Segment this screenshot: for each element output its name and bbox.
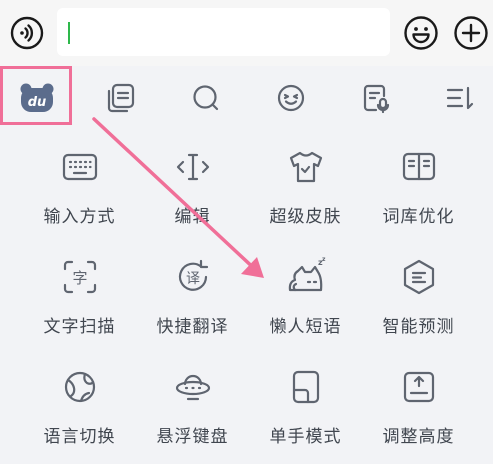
smart-predict-icon [403,259,434,295]
grid-item-label: 悬浮键盘 [156,427,229,447]
emoji-button[interactable] [402,14,440,52]
tshirt-icon [289,151,322,183]
grid-item-label: 单手模式 [269,427,342,447]
grid-item-label: 懒人短语 [269,317,342,337]
globe-icon [64,371,95,403]
input-bar [0,0,493,66]
grid-item-label: 超级皮肤 [269,207,342,227]
grid-item-quick-translate[interactable]: 译 快捷翻译 [131,244,254,354]
keyboard-icon [62,153,97,181]
toolbar-voice-note-button[interactable] [354,74,398,122]
add-button[interactable] [452,14,490,52]
grid-item-lazy-phrases[interactable]: z z 懒人短语 [244,244,367,354]
grid-item-label: 输入方式 [43,207,116,227]
grid-item-edit[interactable]: 编辑 [131,134,254,244]
scan-text-icon: 字 [63,260,96,294]
grid-item-label: 调整高度 [382,427,455,447]
voice-icon [10,16,44,50]
plus-icon [454,16,488,50]
adjust-height-icon [403,371,434,403]
keyboard-toolbar: du [0,66,493,130]
grid-item-label: 文字扫描 [43,317,116,337]
grid-item-label: 词库优化 [382,207,455,227]
grid-item-text-scan[interactable]: 字 文字扫描 [18,244,141,354]
grid-item-floating-keyboard[interactable]: 悬浮键盘 [131,354,254,464]
voice-note-icon [363,84,390,114]
one-hand-icon [292,370,319,404]
text-cursor-icon [176,153,209,181]
text-input[interactable] [57,8,390,56]
grid-item-one-hand-mode[interactable]: 单手模式 [244,354,367,464]
grid-item-smart-predict[interactable]: 智能预测 [357,244,480,354]
toolbar-clipboard-button[interactable] [99,74,143,122]
menu-collapse-icon [446,86,474,110]
voice-input-button[interactable] [9,15,45,51]
search-icon [193,85,219,111]
ufo-icon [175,374,210,401]
lazy-cat-icon: z z [288,256,326,292]
smiley-icon [404,16,438,50]
scan-char: 字 [72,269,87,287]
grid-item-label: 语言切换 [43,427,116,447]
grid-item-lexicon-optimize[interactable]: 词库优化 [357,134,480,244]
grid-item-language-switch[interactable]: 语言切换 [18,354,141,464]
grid-item-super-skin[interactable]: 超级皮肤 [244,134,367,244]
translate-icon: 译 [178,259,208,291]
grid-item-label: 智能预测 [382,317,455,337]
clipboard-icon [107,83,135,113]
toolbar-emoji-button[interactable] [269,74,313,122]
highlight-box [0,66,72,125]
grid-item-label: 编辑 [174,207,211,227]
text-cursor [68,22,70,44]
grid-item-adjust-height[interactable]: 调整高度 [357,354,480,464]
grid-item-label: 快捷翻译 [156,317,229,337]
translate-char: 译 [186,271,200,287]
grid-item-input-method[interactable]: 输入方式 [18,134,141,244]
emoji-icon [277,84,305,112]
toolbar-more-button[interactable] [438,74,482,122]
toolbar-search-button[interactable] [184,74,228,122]
svg-text:z: z [322,256,326,263]
book-icon [402,152,435,181]
